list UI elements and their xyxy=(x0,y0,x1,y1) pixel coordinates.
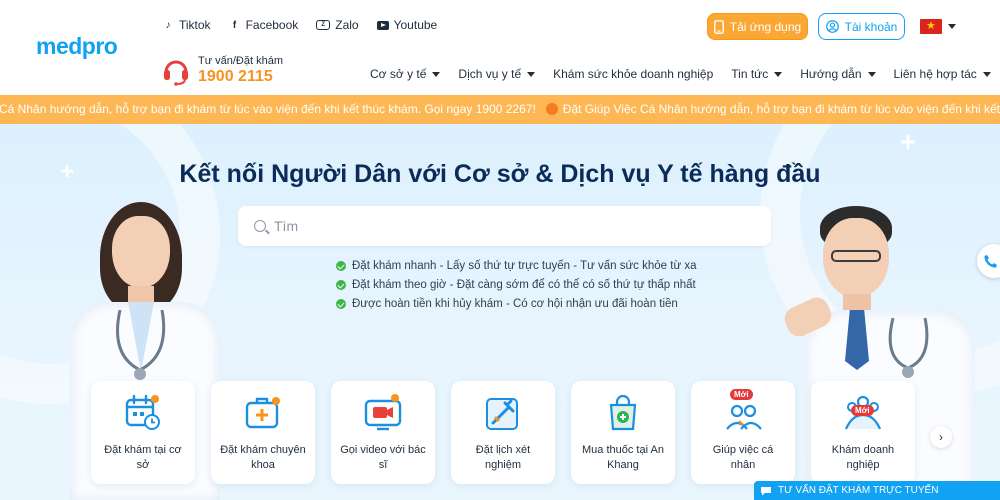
social-label: Tiktok xyxy=(179,18,211,32)
social-label: Facebook xyxy=(245,18,299,32)
social-label: Zalo xyxy=(335,18,359,32)
service-card-label: Giúp việc cá nhân xyxy=(712,444,774,471)
feature-list: Đặt khám nhanh - Lấy số thứ tự trực tuyế… xyxy=(336,260,696,310)
pharmacy-bag-icon xyxy=(609,394,637,431)
service-card-label: Khám doanh nghiệp xyxy=(831,444,895,471)
chevron-down-icon xyxy=(527,71,536,77)
download-app-button[interactable]: Tải ứng dụng xyxy=(707,13,808,40)
download-app-label: Tải ứng dụng xyxy=(729,19,802,34)
hero-title: Kết nối Người Dân với Cơ sở & Dịch vụ Y … xyxy=(179,160,821,188)
youtube-icon xyxy=(376,20,389,30)
new-badge: Mới xyxy=(730,389,753,400)
nav-item-lien-he-hop-tac[interactable]: Liên hệ hợp tác xyxy=(894,67,991,81)
chevron-down-icon xyxy=(948,24,956,29)
nav-label: Dịch vụ y tế xyxy=(458,67,522,81)
site-header: medpro ♪ Tiktok f Facebook Z Zalo Youtub… xyxy=(0,0,1000,95)
facebook-icon: f xyxy=(232,19,237,31)
chat-icon xyxy=(761,486,771,495)
decorative-cross-icon xyxy=(901,135,915,149)
account-button[interactable]: Tài khoản xyxy=(818,13,905,40)
hotline-number[interactable]: 1900 2115 xyxy=(198,68,283,86)
new-badge: Mới xyxy=(851,405,874,416)
zalo-icon: Z xyxy=(316,20,331,30)
social-links: ♪ Tiktok f Facebook Z Zalo Youtube xyxy=(162,18,438,32)
vietnam-flag-icon xyxy=(920,19,942,34)
headset-icon xyxy=(164,60,188,86)
nav-item-co-so-y-te[interactable]: Cơ sở y tế xyxy=(370,67,441,81)
nav-item-dich-vu-y-te[interactable]: Dịch vụ y tế xyxy=(458,67,536,81)
service-card-label: Gọi video với bác sĩ xyxy=(340,444,426,471)
feature-text: Đặt khám nhanh - Lấy số thứ tự trực tuyế… xyxy=(352,260,697,272)
user-icon xyxy=(825,20,839,33)
hotline-label: Tư vấn/Đặt khám xyxy=(198,55,284,67)
phone-call-icon xyxy=(984,255,997,268)
main-nav: Cơ sở y tế Dịch vụ y tế Khám sức khỏe do… xyxy=(370,67,1000,81)
chevron-down-icon xyxy=(867,71,876,77)
search-icon xyxy=(254,220,266,232)
service-card-goi-video-voi-bac-si[interactable]: Gọi video với bác sĩ xyxy=(331,381,435,484)
service-card-label: Đặt lịch xét nghiệm xyxy=(475,444,531,471)
chevron-right-icon: › xyxy=(939,430,943,444)
announcement-icon xyxy=(545,103,558,115)
feature-text: Đặt khám theo giờ - Đặt càng sớm để có t… xyxy=(352,279,696,291)
service-card-label: Đặt khám chuyên khoa xyxy=(220,444,306,471)
hero-section: Kết nối Người Dân với Cơ sở & Dịch vụ Y … xyxy=(0,124,1000,500)
syringe-icon xyxy=(486,398,518,430)
account-label: Tài khoản xyxy=(844,19,898,34)
online-consult-bar[interactable]: TƯ VẤN ĐẶT KHÁM TRỰC TUYẾN xyxy=(754,481,1000,500)
feature-text: Được hoàn tiền khi hủy khám - Có cơ hội … xyxy=(352,298,678,310)
calendar-icon xyxy=(125,394,160,430)
check-icon xyxy=(336,299,346,309)
search-bar[interactable] xyxy=(238,206,771,246)
social-link-youtube[interactable]: Youtube xyxy=(376,18,438,32)
check-icon xyxy=(336,261,346,271)
medpro-logo[interactable]: medpro xyxy=(36,33,118,60)
consult-bar-label: TƯ VẤN ĐẶT KHÁM TRỰC TUYẾN xyxy=(778,485,939,496)
tiktok-icon: ♪ xyxy=(165,19,171,31)
feature-item: Được hoàn tiền khi hủy khám - Có cơ hội … xyxy=(336,298,696,310)
social-link-tiktok[interactable]: ♪ Tiktok xyxy=(162,18,211,32)
nav-label: Tin tức xyxy=(731,67,769,81)
social-link-facebook[interactable]: f Facebook xyxy=(229,18,299,32)
service-card-dat-kham-chuyen-khoa[interactable]: Đặt khám chuyên khoa xyxy=(211,381,315,484)
hotline[interactable]: Tư vấn/Đặt khám 1900 2115 xyxy=(162,55,283,86)
announcement-marquee[interactable]: Cá Nhân hướng dẫn, hỗ trợ bạn đi khám từ… xyxy=(0,95,1000,124)
feature-item: Đặt khám nhanh - Lấy số thứ tự trực tuyế… xyxy=(336,260,696,272)
social-label: Youtube xyxy=(393,18,438,32)
phone-icon xyxy=(713,19,724,34)
nav-label: Cơ sở y tế xyxy=(370,67,427,81)
nav-label: Liên hệ hợp tác xyxy=(893,67,977,81)
service-card-dat-lich-xet-nghiem[interactable]: Đặt lịch xét nghiệm xyxy=(451,381,555,484)
feature-item: Đặt khám theo giờ - Đặt càng sớm để có t… xyxy=(336,279,696,291)
marquee-text: Đặt Giúp Việc Cá Nhân hướng dẫn, hỗ trợ … xyxy=(562,102,1000,116)
service-cards: Đặt khám tại cơ sở Đặt khám chuyên khoa xyxy=(91,381,915,484)
language-selector[interactable] xyxy=(920,19,956,34)
chevron-down-icon xyxy=(774,71,783,77)
nav-label: Hướng dẫn xyxy=(800,67,862,81)
medical-kit-icon xyxy=(245,397,280,429)
nav-item-kham-suc-khoe-doanh-nghiep[interactable]: Khám sức khỏe doanh nghiệp xyxy=(553,67,713,81)
service-card-mua-thuoc-tai-an-khang[interactable]: Mua thuốc tại An Khang xyxy=(571,381,675,484)
chevron-down-icon xyxy=(982,71,991,77)
service-card-giup-viec-ca-nhan[interactable]: Mới Giúp việc cá nhân xyxy=(691,381,795,484)
service-card-label: Đặt khám tại cơ sở xyxy=(104,444,182,471)
check-icon xyxy=(336,280,346,290)
search-input[interactable] xyxy=(274,218,754,234)
nav-item-huong-dan[interactable]: Hướng dẫn xyxy=(800,67,876,81)
marquee-text: Cá Nhân hướng dẫn, hỗ trợ bạn đi khám từ… xyxy=(0,102,536,116)
carousel-next-button[interactable]: › xyxy=(930,426,952,448)
service-card-kham-doanh-nghiep[interactable]: Mới Khám doanh nghiệp xyxy=(811,381,915,484)
service-card-label: Mua thuốc tại An Khang xyxy=(582,444,664,471)
video-call-icon xyxy=(364,394,402,431)
chevron-down-icon xyxy=(432,71,441,77)
nav-item-tin-tuc[interactable]: Tin tức xyxy=(731,67,783,81)
nav-label: Khám sức khỏe doanh nghiệp xyxy=(553,67,714,81)
social-link-zalo[interactable]: Z Zalo xyxy=(316,18,359,32)
service-card-dat-kham-tai-co-so[interactable]: Đặt khám tại cơ sở xyxy=(91,381,195,484)
